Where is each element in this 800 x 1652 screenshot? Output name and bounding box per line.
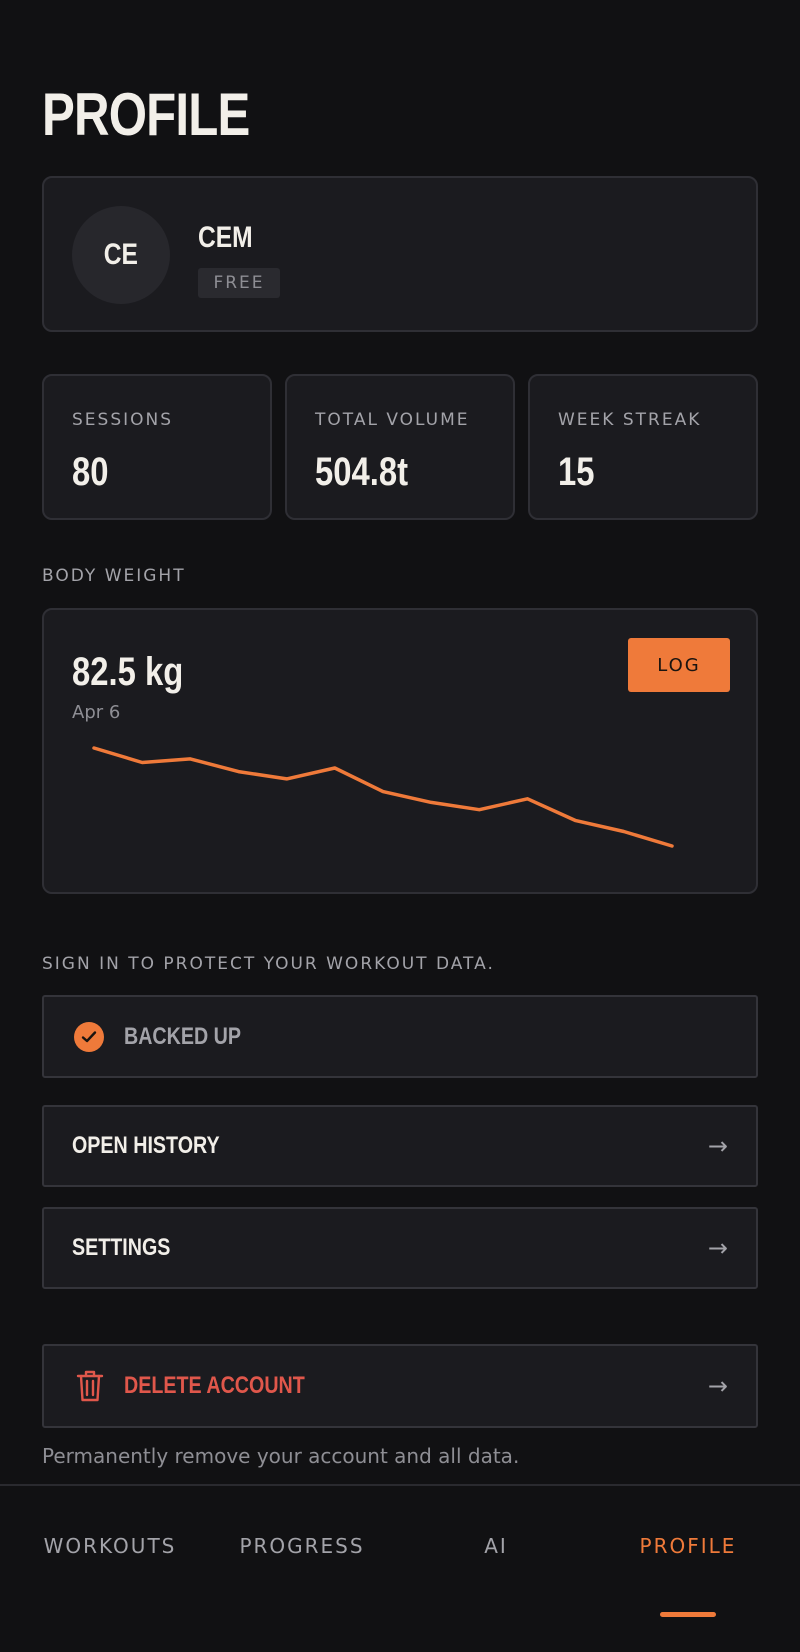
user-name: CEM xyxy=(198,221,253,254)
arrow-right-icon: → xyxy=(707,1234,728,1262)
trash-icon xyxy=(76,1370,104,1402)
stat-card-sessions: SESSIONS 80 xyxy=(42,374,272,520)
open-history-button[interactable]: OPEN HISTORY → xyxy=(42,1105,758,1187)
stat-value: 504.8t xyxy=(315,450,409,494)
stat-value: 15 xyxy=(558,450,595,494)
body-weight-value: 82.5 kg xyxy=(72,650,184,694)
tab-workouts[interactable]: WORKOUTS xyxy=(20,1534,200,1558)
stat-label: SESSIONS xyxy=(72,410,174,430)
stat-value: 80 xyxy=(72,450,109,494)
check-circle-icon xyxy=(74,1021,104,1052)
plan-badge: FREE xyxy=(198,268,280,298)
sign-in-prompt: SIGN IN TO PROTECT YOUR WORKOUT DATA. xyxy=(42,954,495,974)
tab-label: PROGRESS xyxy=(239,1534,365,1558)
stat-card-total-volume: TOTAL VOLUME 504.8t xyxy=(285,374,515,520)
page-title: PROFILE xyxy=(42,81,250,148)
open-history-label: OPEN HISTORY xyxy=(72,1132,220,1159)
delete-account-label: DELETE ACCOUNT xyxy=(124,1372,305,1399)
log-weight-button[interactable]: LOG xyxy=(628,638,730,692)
arrow-right-icon: → xyxy=(707,1372,728,1400)
settings-label: SETTINGS xyxy=(72,1234,171,1261)
avatar: CE xyxy=(72,206,170,304)
avatar-initials: CE xyxy=(103,238,139,271)
tab-label: AI xyxy=(484,1534,508,1558)
stat-label: TOTAL VOLUME xyxy=(315,410,470,430)
stat-card-week-streak: WEEK STREAK 15 xyxy=(528,374,758,520)
user-card: CE CEM FREE xyxy=(42,176,758,332)
bottom-tab-bar: WORKOUTS PROGRESS AI PROFILE xyxy=(0,1484,800,1652)
body-weight-section-label: BODY WEIGHT xyxy=(42,566,186,586)
active-tab-indicator xyxy=(660,1612,716,1617)
tab-progress[interactable]: PROGRESS xyxy=(212,1534,392,1558)
backed-up-status: BACKED UP xyxy=(42,995,758,1078)
delete-account-button[interactable]: DELETE ACCOUNT → xyxy=(42,1344,758,1428)
arrow-right-icon: → xyxy=(707,1132,728,1160)
tab-label: PROFILE xyxy=(639,1534,737,1558)
tab-label: WORKOUTS xyxy=(43,1534,177,1558)
body-weight-card: 82.5 kg Apr 6 LOG xyxy=(42,608,758,894)
body-weight-date: Apr 6 xyxy=(72,702,121,723)
tab-ai[interactable]: AI xyxy=(406,1534,586,1558)
backed-up-label: BACKED UP xyxy=(124,1022,242,1050)
body-weight-trend-line xyxy=(92,746,674,848)
delete-account-helper-text: Permanently remove your account and all … xyxy=(42,1444,520,1468)
stat-label: WEEK STREAK xyxy=(558,410,702,430)
tab-profile[interactable]: PROFILE xyxy=(598,1534,778,1617)
settings-button[interactable]: SETTINGS → xyxy=(42,1207,758,1289)
